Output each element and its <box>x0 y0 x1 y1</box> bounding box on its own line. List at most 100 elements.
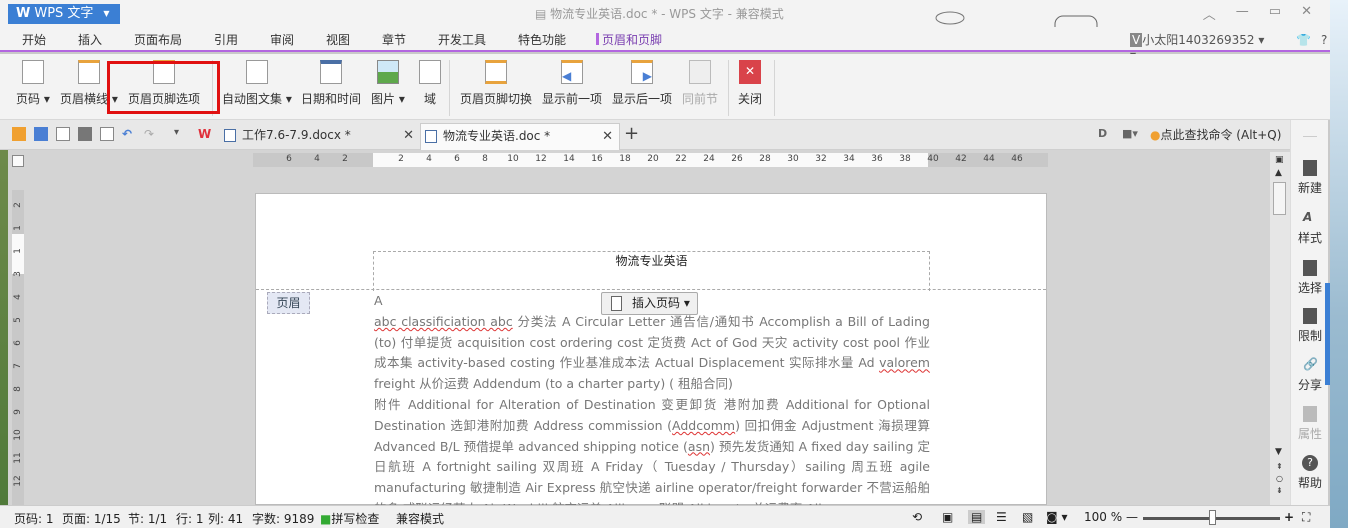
scroll-down-icon[interactable]: ▼ <box>1275 447 1282 457</box>
switch-header-footer-button[interactable]: 页眉页脚切换 <box>460 60 532 107</box>
prev-page-icon[interactable]: ⇞ <box>1276 462 1283 471</box>
tab-references[interactable]: 引用 <box>214 31 238 48</box>
side-panel-expand-handle[interactable] <box>1325 283 1330 385</box>
document-body[interactable]: A abc classificiation abc 分类法 A Circular… <box>374 291 930 520</box>
tab-stop-selector[interactable] <box>12 155 24 167</box>
tab-review[interactable]: 审阅 <box>270 31 294 48</box>
sidepanel-share[interactable]: 🔗 分享 <box>1291 357 1329 393</box>
sidepanel-restrict[interactable]: 限制 <box>1291 308 1329 344</box>
autotext-button[interactable]: 自动图文集 ▾ <box>222 60 292 107</box>
highlight-annotation-box <box>107 61 220 114</box>
app-menu-button[interactable]: W WPS 文字 ▼ <box>8 4 120 24</box>
new-tab-button[interactable]: + <box>624 123 639 144</box>
close-red-icon: ✕ <box>739 60 761 84</box>
vertical-scrollbar[interactable]: ▣ ▲ ▼ ⇞ ○ ⇟ <box>1270 152 1290 505</box>
tab-page-layout[interactable]: 页面布局 <box>134 31 182 48</box>
scroll-up-icon[interactable]: ▲ <box>1275 168 1282 178</box>
ruler-tick: 36 <box>871 154 883 164</box>
page-number-button[interactable]: 页码 ▾ <box>16 60 50 107</box>
side-panel: 新建 A 样式 选择 限制 🔗 分享 属性 ? 帮助 <box>1290 120 1328 510</box>
save-icon[interactable] <box>34 127 48 141</box>
status-page-code[interactable]: 页码: 1 <box>14 510 54 527</box>
full-screen-reading-icon[interactable]: ▣ <box>942 510 953 524</box>
export-pdf-icon[interactable] <box>56 127 70 141</box>
fit-window-icon[interactable]: ⛶ <box>1302 510 1310 525</box>
show-previous-button[interactable]: ◀ 显示前一项 <box>542 60 602 107</box>
sidepanel-properties[interactable]: 属性 <box>1291 406 1329 442</box>
close-tab-icon[interactable]: ✕ <box>403 123 414 148</box>
skin-icon[interactable]: 👕 <box>1296 33 1311 47</box>
window-title: ▤ 物流专业英语.doc * - WPS 文字 - 兼容模式 <box>535 7 784 21</box>
maximize-icon[interactable]: ▭ <box>1269 4 1281 23</box>
header-area[interactable]: 物流专业英语 <box>373 251 930 291</box>
print-preview-icon[interactable] <box>100 127 114 141</box>
ruler-tick: 46 <box>1011 154 1023 164</box>
doc-assist-icon[interactable]: D <box>1098 127 1107 140</box>
sidepanel-new[interactable]: 新建 <box>1291 160 1329 196</box>
status-row[interactable]: 行: 1 <box>176 510 204 527</box>
tab-chapter[interactable]: 章节 <box>382 31 406 48</box>
zoom-out-icon[interactable]: — <box>1126 510 1138 524</box>
sidepanel-help[interactable]: ? 帮助 <box>1291 455 1329 491</box>
same-as-previous-button[interactable]: 同前节 <box>682 60 718 107</box>
header-label: 页眉 <box>267 292 310 314</box>
status-compat-mode: 兼容模式 <box>396 512 445 526</box>
zoom-level[interactable]: 100 % <box>1084 510 1122 524</box>
undo-icon[interactable]: ↶ <box>122 127 136 141</box>
status-word-count[interactable]: 字数: 9189 <box>252 510 314 527</box>
field-button[interactable]: 域 <box>419 60 441 107</box>
paragraph[interactable]: abc classificiation abc 分类法 A Circular L… <box>374 312 930 395</box>
autotext-icon <box>245 60 268 84</box>
layout-dropdown-icon[interactable]: ■▾ <box>1122 127 1138 140</box>
tab-insert[interactable]: 插入 <box>78 31 102 48</box>
command-search[interactable]: ●点此查找命令 (Alt+Q) <box>1150 126 1281 143</box>
horizontal-ruler[interactable]: 6 4 2 2 4 6 8 10 12 14 16 18 20 22 24 26 28 30 32 34 36 38 40 4… <box>253 153 1048 167</box>
outline-view-icon[interactable]: ☰ <box>996 510 1007 524</box>
status-section[interactable]: 节: 1/1 <box>128 510 167 527</box>
select-browse-object-icon[interactable]: ○ <box>1276 474 1283 483</box>
tab-start[interactable]: 开始 <box>22 31 46 48</box>
history-icon[interactable]: ⟲ <box>912 510 922 524</box>
tab-view[interactable]: 视图 <box>326 31 350 48</box>
print-icon[interactable] <box>78 127 92 141</box>
minimize-icon[interactable]: — <box>1236 4 1249 23</box>
sidepanel-style[interactable]: A 样式 <box>1291 210 1329 246</box>
status-page[interactable]: 页面: 1/15 <box>62 510 121 527</box>
paragraph[interactable]: 附件 Additional for Alteration of Destinat… <box>374 395 930 520</box>
tab-features[interactable]: 特色功能 <box>518 31 566 48</box>
show-next-button[interactable]: ▶ 显示后一项 <box>612 60 672 107</box>
document-tab[interactable]: 工作7.6-7.9.docx * ✕ <box>220 123 420 150</box>
picture-button[interactable]: 图片 ▾ <box>371 60 405 107</box>
zoom-in-icon[interactable]: + <box>1284 510 1294 524</box>
vertical-ruler[interactable]: 2 1 1 3 4 5 6 7 8 9 10 11 12 <box>12 190 24 505</box>
zoom-slider-handle[interactable] <box>1208 510 1216 525</box>
split-icon[interactable]: ▣ <box>1275 155 1284 165</box>
tab-header-footer[interactable]: 页眉和页脚 <box>596 31 663 52</box>
date-time-button[interactable]: 日期和时间 <box>301 60 361 107</box>
header-text[interactable]: 物流专业英语 <box>374 252 929 269</box>
web-view-icon[interactable]: ▧ <box>1022 510 1033 524</box>
spell-check-toggle[interactable]: ■拼写检查 <box>320 510 379 527</box>
redo-icon[interactable]: ↷ <box>144 127 158 141</box>
ruler-tick: 2 <box>13 202 23 208</box>
eye-protect-icon[interactable]: ◙ ▾ <box>1046 510 1067 524</box>
scrollbar-thumb[interactable] <box>1273 182 1286 215</box>
wps-w-logo-icon[interactable]: W <box>198 127 212 141</box>
close-tab-icon[interactable]: ✕ <box>602 124 613 149</box>
tab-developer[interactable]: 开发工具 <box>438 31 486 48</box>
lightbulb-icon: ● <box>1150 128 1161 142</box>
open-icon[interactable] <box>12 127 26 141</box>
next-page-icon[interactable]: ⇟ <box>1276 486 1283 495</box>
document-page[interactable]: 物流专业英语 页眉 A abc classificiation abc 分类法 … <box>255 193 1047 516</box>
collapse-ribbon-icon[interactable]: ︿ <box>1203 4 1216 23</box>
close-icon[interactable]: ✕ <box>1301 4 1312 23</box>
same-as-previous-icon <box>689 60 711 84</box>
document-tab-active[interactable]: 物流专业英语.doc * ✕ <box>420 123 620 150</box>
status-column[interactable]: 列: 41 <box>208 510 243 527</box>
page-view-icon[interactable]: ▤ <box>968 510 986 524</box>
close-header-footer-button[interactable]: ✕ 关闭 <box>738 60 762 107</box>
help-menu[interactable]: ? <box>1321 33 1327 47</box>
insert-page-number-button[interactable]: 插入页码 ▾ <box>601 292 698 315</box>
customize-toolbar-icon[interactable]: ▾ <box>174 127 188 141</box>
sidepanel-select[interactable]: 选择 <box>1291 260 1329 296</box>
